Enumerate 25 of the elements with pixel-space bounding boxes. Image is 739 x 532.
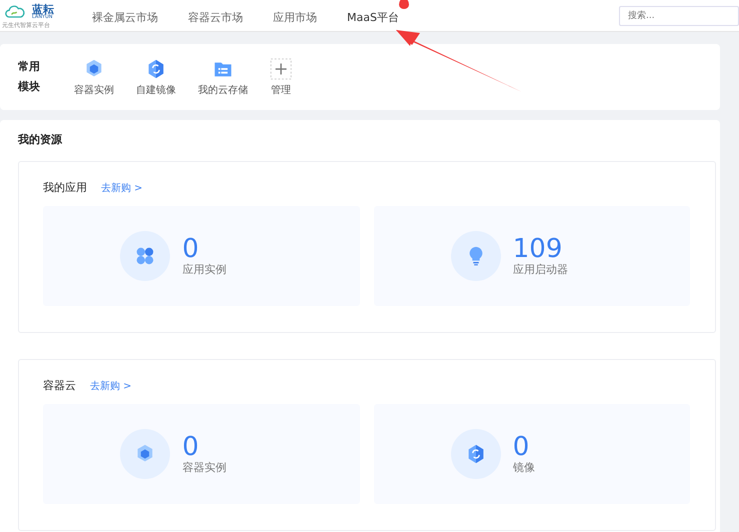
module-shortcut[interactable]: 管理	[270, 58, 292, 96]
section-title: 常用模块	[18, 59, 41, 95]
logo-text: 蓝耘	[32, 4, 54, 15]
search-field[interactable]: 搜索...	[619, 6, 739, 26]
buy-link[interactable]: 去新购 >	[90, 378, 132, 392]
module-shortcut[interactable]: 我的云存储	[198, 58, 248, 96]
stat-value: 0	[182, 434, 200, 460]
stat-label: 镜像	[512, 460, 536, 474]
stat-value: 0	[182, 236, 200, 262]
nav-link[interactable]: 应用市场	[273, 11, 317, 24]
section-title: 我的资源	[18, 132, 63, 147]
stat-label: 应用实例	[182, 262, 228, 276]
module-shortcut[interactable]: 自建镜像	[136, 58, 176, 96]
stat-value: 0	[512, 434, 530, 460]
module-shortcut[interactable]: 容器实例	[74, 58, 114, 96]
card-title: 容器云	[43, 378, 76, 393]
stat-value: 109	[512, 236, 564, 262]
card-title: 我的应用	[43, 180, 87, 195]
stat-label: 应用启动器	[512, 262, 569, 276]
nav-link[interactable]: 裸金属云市场	[92, 11, 158, 24]
nav-link[interactable]: MaaS平台	[347, 11, 399, 24]
plus-icon	[270, 58, 292, 80]
stat-label: 容器实例	[182, 460, 228, 474]
buy-link[interactable]: 去新购 >	[101, 180, 143, 194]
nav-link[interactable]: 容器云市场	[188, 11, 243, 24]
